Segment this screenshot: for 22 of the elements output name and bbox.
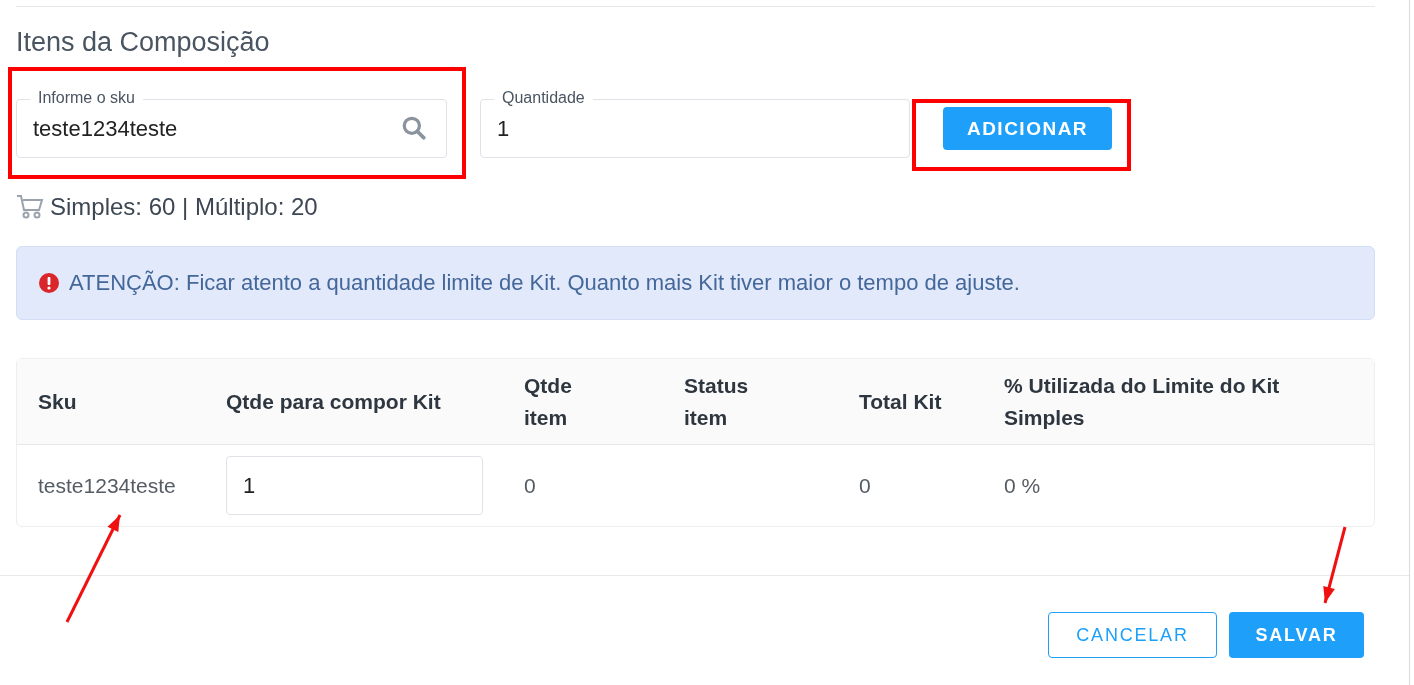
cart-icon	[16, 194, 44, 220]
search-icon[interactable]	[401, 115, 427, 141]
column-header: Sku	[38, 388, 78, 415]
quantity-input[interactable]: 1	[226, 456, 483, 515]
column-header: Qtde para compor Kit	[226, 388, 442, 415]
quantity-input[interactable]: 1	[497, 115, 837, 142]
table-cell-text: 0	[859, 473, 872, 498]
column-header: Total Kit	[859, 388, 943, 415]
table-cell-text: teste1234teste	[38, 473, 177, 498]
field-label: Quantidade	[494, 88, 593, 108]
sku-field[interactable]: Informe o sku teste1234teste	[16, 88, 447, 158]
quantity-field[interactable]: Quantidade 1	[480, 88, 910, 158]
table-cell-text: 0 %	[1004, 473, 1042, 498]
summary-text: Simples: 60 | Múltiplo: 20	[50, 193, 318, 221]
column-header: Status item	[684, 372, 750, 431]
warning-icon	[39, 273, 59, 293]
section-title: Itens da Composição	[16, 27, 271, 59]
table-cell-text: 0	[524, 473, 537, 498]
sku-input[interactable]: teste1234teste	[33, 115, 373, 142]
column-header: Qtde item	[524, 372, 573, 431]
alert-text: ATENÇÃO: Ficar atento a quantidade limite de Kit. Quanto mais Kit tiver maior o tempo de ajuste.	[69, 270, 1020, 296]
column-header: % Utilizada do Limite do Kit Simples	[1004, 372, 1281, 431]
